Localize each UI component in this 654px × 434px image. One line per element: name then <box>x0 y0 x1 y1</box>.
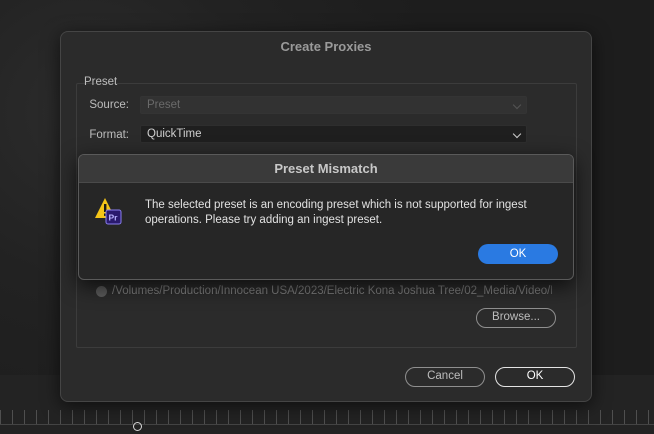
cancel-button[interactable]: Cancel <box>405 367 485 387</box>
preset-mismatch-alert: Preset Mismatch Pr The selected preset i… <box>78 154 574 280</box>
destination-path: /Volumes/Production/Innocean USA/2023/El… <box>112 285 552 297</box>
source-select-value: Preset <box>147 99 181 111</box>
source-select: Preset <box>140 96 527 114</box>
dialog-title: Create Proxies <box>280 39 372 54</box>
ok-button[interactable]: OK <box>495 367 575 387</box>
timeline-ruler-baseline <box>0 424 654 425</box>
chevron-down-icon <box>512 129 522 139</box>
browse-button[interactable]: Browse... <box>476 308 556 328</box>
premiere-badge-text: Pr <box>109 213 119 223</box>
alert-message: The selected preset is an encoding prese… <box>145 199 527 226</box>
format-select[interactable]: QuickTime <box>140 125 527 143</box>
format-select-value: QuickTime <box>147 128 202 140</box>
preset-group-label: Preset <box>84 76 118 88</box>
playhead-handle[interactable] <box>133 422 142 431</box>
format-label: Format: <box>89 129 129 141</box>
alert-header: Preset Mismatch <box>79 155 573 183</box>
timeline-ruler[interactable] <box>0 410 654 424</box>
chevron-down-icon <box>512 100 522 110</box>
alert-ok-button[interactable]: OK <box>478 244 558 264</box>
warning-icon: Pr <box>95 198 122 225</box>
source-label: Source: <box>89 99 129 111</box>
alert-title: Preset Mismatch <box>274 161 378 176</box>
destination-path-radio[interactable] <box>96 286 107 297</box>
